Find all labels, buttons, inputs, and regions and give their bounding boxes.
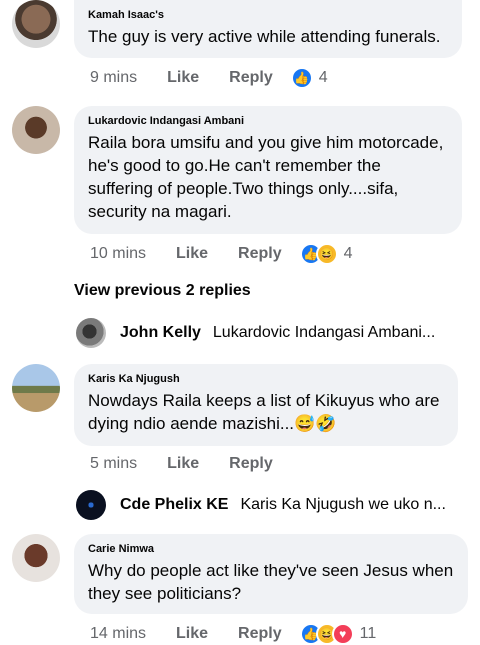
reply-button[interactable]: Reply: [229, 69, 273, 87]
avatar[interactable]: [76, 318, 106, 348]
like-button[interactable]: Like: [167, 69, 199, 87]
comment-time[interactable]: 10 mins: [90, 245, 146, 263]
view-previous-replies-link[interactable]: View previous 2 replies: [74, 282, 251, 300]
comment-author[interactable]: Lukardovic Indangasi Ambani: [88, 114, 448, 128]
comment-bubble: Lukardovic Indangasi Ambani Raila bora u…: [74, 106, 462, 234]
avatar[interactable]: [76, 490, 106, 520]
reply-button[interactable]: Reply: [238, 245, 282, 263]
reply-snippet: Karis Ka Njugush we uko n...: [240, 496, 446, 513]
reply-author[interactable]: Cde Phelix KE: [120, 496, 228, 514]
reply-snippet: Lukardovic Indangasi Ambani...: [212, 324, 436, 341]
comment-text: The guy is very active while attending f…: [88, 27, 441, 46]
avatar[interactable]: [12, 534, 60, 582]
comment-author[interactable]: Carie Nimwa: [88, 542, 454, 556]
comment-text: Nowdays Raila keeps a list of Kikuyus wh…: [88, 391, 440, 433]
collapsed-reply[interactable]: John Kelly Lukardovic Indangasi Ambani..…: [76, 318, 435, 348]
comment-time[interactable]: 5 mins: [90, 455, 137, 473]
avatar[interactable]: [12, 364, 60, 412]
reply-author[interactable]: John Kelly: [120, 324, 201, 342]
comment-text: Why do people act like they've seen Jesu…: [88, 561, 454, 603]
avatar[interactable]: [12, 0, 60, 48]
like-button[interactable]: Like: [176, 245, 208, 263]
comment-bubble: Kamah Isaac's The guy is very active whi…: [74, 0, 462, 58]
haha-icon: 😆: [315, 243, 338, 265]
comment-bubble: Karis Ka Njugush Nowdays Raila keeps a l…: [74, 364, 458, 446]
comment-actions: 5 mins Like Reply: [90, 455, 273, 473]
reaction-count: 4: [343, 245, 353, 262]
thumbs-up-icon: 👍: [290, 67, 313, 89]
comment-time[interactable]: 14 mins: [90, 625, 146, 643]
comment-text: Raila bora umsifu and you give him motor…: [88, 133, 444, 221]
reply-button[interactable]: Reply: [238, 625, 282, 643]
comment-actions: 9 mins Like Reply 👍 4: [90, 67, 328, 89]
reaction-count: 4: [318, 69, 328, 86]
comment-author[interactable]: Kamah Isaac's: [88, 8, 448, 22]
reactions[interactable]: 👍 4: [290, 67, 328, 89]
comment-time[interactable]: 9 mins: [90, 69, 137, 87]
avatar[interactable]: [12, 106, 60, 154]
reply-button[interactable]: Reply: [229, 455, 273, 473]
collapsed-reply[interactable]: Cde Phelix KE Karis Ka Njugush we uko n.…: [76, 490, 446, 520]
like-button[interactable]: Like: [167, 455, 199, 473]
comment-actions: 10 mins Like Reply 👍 😆 4: [90, 243, 353, 265]
comment-author[interactable]: Karis Ka Njugush: [88, 372, 444, 386]
reaction-count: 11: [359, 625, 377, 642]
comment-bubble: Carie Nimwa Why do people act like they'…: [74, 534, 468, 614]
like-button[interactable]: Like: [176, 625, 208, 643]
reactions[interactable]: 👍 😆 4: [299, 243, 353, 265]
